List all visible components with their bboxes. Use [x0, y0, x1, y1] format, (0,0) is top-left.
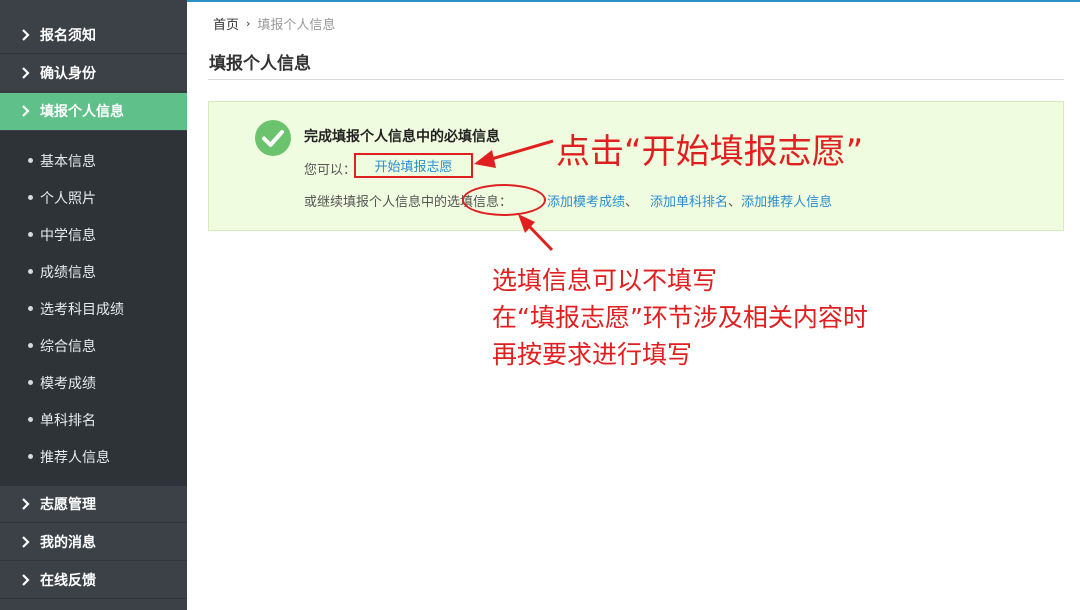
chevron-right-icon — [20, 574, 32, 586]
bullet-dot-icon — [28, 417, 33, 422]
bullet-dot-icon — [28, 306, 33, 311]
sidebar-subitem-label: 推荐人信息 — [40, 449, 110, 466]
bullet-dot-icon — [28, 269, 33, 274]
sidebar-subitem-label: 基本信息 — [40, 153, 96, 170]
sidebar-submenu: 基本信息 个人照片 中学信息 成绩信息 选考科目成绩 综合信息 模考成绩 单科排… — [0, 131, 187, 486]
title-divider — [208, 79, 1064, 80]
add-referee-link[interactable]: 添加推荐人信息 — [741, 191, 832, 210]
panel-title: 完成填报个人信息中的必填信息 — [304, 129, 500, 145]
sidebar-subitem-referee[interactable]: 推荐人信息 — [0, 438, 187, 475]
annotation-callout-optional: 选填信息可以不填写 在“填报志愿”环节涉及相关内容时 再按要求进行填写 — [492, 262, 868, 373]
sidebar-item-label: 报名须知 — [40, 28, 96, 44]
sidebar-subitem-subject-ranking[interactable]: 单科排名 — [0, 401, 187, 438]
add-mock-exam-link[interactable]: 添加模考成绩 — [547, 191, 625, 210]
sidebar-item-registration-notice[interactable]: 报名须知 — [0, 17, 187, 54]
sidebar-subitem-mock-exam[interactable]: 模考成绩 — [0, 364, 187, 401]
sidebar-item-volunteer-management[interactable]: 志愿管理 — [0, 486, 187, 523]
breadcrumb: 首页 › 填报个人信息 — [213, 14, 335, 33]
sidebar-subitem-grades[interactable]: 成绩信息 — [0, 253, 187, 290]
sidebar-subitem-label: 成绩信息 — [40, 264, 96, 281]
sidebar-item-label: 填报个人信息 — [40, 104, 124, 120]
start-volunteer-link[interactable]: 开始填报志愿 — [354, 153, 473, 178]
sidebar-item-personal-info[interactable]: 填报个人信息 — [0, 93, 187, 130]
sidebar-subitem-comprehensive[interactable]: 综合信息 — [0, 327, 187, 364]
sidebar: 报名须知 确认身份 填报个人信息 基本信息 个人照片 中学信息 成绩信息 选考科… — [0, 0, 187, 610]
link-separator: 、 — [728, 195, 742, 210]
annotation-line: 选填信息可以不填写 — [492, 266, 718, 295]
bullet-dot-icon — [28, 158, 33, 163]
add-subject-ranking-link[interactable]: 添加单科排名 — [650, 191, 728, 210]
check-circle-icon — [255, 120, 291, 156]
sidebar-subitem-photo[interactable]: 个人照片 — [0, 179, 187, 216]
chevron-right-icon — [20, 29, 32, 41]
sidebar-item-feedback[interactable]: 在线反馈 — [0, 562, 187, 599]
chevron-right-icon — [20, 105, 32, 117]
annotation-callout-start: 点击“开始填报志愿” — [556, 132, 864, 172]
sidebar-subitem-label: 选考科目成绩 — [40, 301, 124, 318]
panel-can-label: 您可以： — [304, 163, 357, 178]
sidebar-subitem-basic-info[interactable]: 基本信息 — [0, 142, 187, 179]
sidebar-item-label: 我的消息 — [40, 535, 96, 551]
breadcrumb-current: 填报个人信息 — [257, 18, 336, 33]
breadcrumb-separator: › — [246, 17, 251, 30]
sidebar-subitem-label: 个人照片 — [40, 190, 96, 207]
sidebar-subitem-label: 单科排名 — [40, 412, 96, 429]
optional-links: 添加模考成绩 、 添加单科排名 、 添加推荐人信息 — [547, 191, 832, 210]
sidebar-item-label: 志愿管理 — [40, 497, 96, 513]
bullet-dot-icon — [28, 454, 33, 459]
top-accent-line — [187, 0, 1080, 2]
annotation-line: 在“填报志愿”环节涉及相关内容时 — [492, 303, 868, 332]
chevron-right-icon — [20, 536, 32, 548]
bullet-dot-icon — [28, 232, 33, 237]
sidebar-subitem-label: 模考成绩 — [40, 375, 96, 392]
page-title: 填报个人信息 — [209, 54, 311, 74]
sidebar-subitem-label: 中学信息 — [40, 227, 96, 244]
sidebar-item-label: 在线反馈 — [40, 573, 96, 589]
chevron-right-icon — [20, 67, 32, 79]
sidebar-subitem-elective-grades[interactable]: 选考科目成绩 — [0, 290, 187, 327]
annotation-line: 再按要求进行填写 — [492, 340, 693, 369]
sidebar-item-confirm-identity[interactable]: 确认身份 — [0, 55, 187, 92]
sidebar-item-messages[interactable]: 我的消息 — [0, 524, 187, 561]
bullet-dot-icon — [28, 343, 33, 348]
highlight-ellipse — [462, 184, 546, 216]
link-separator: 、 — [625, 195, 639, 210]
sidebar-subitem-school-info[interactable]: 中学信息 — [0, 216, 187, 253]
sidebar-subitem-label: 综合信息 — [40, 338, 96, 355]
chevron-right-icon — [20, 498, 32, 510]
breadcrumb-home-link[interactable]: 首页 — [213, 14, 239, 33]
bullet-dot-icon — [28, 380, 33, 385]
bullet-dot-icon — [28, 195, 33, 200]
sidebar-item-label: 确认身份 — [40, 66, 96, 82]
